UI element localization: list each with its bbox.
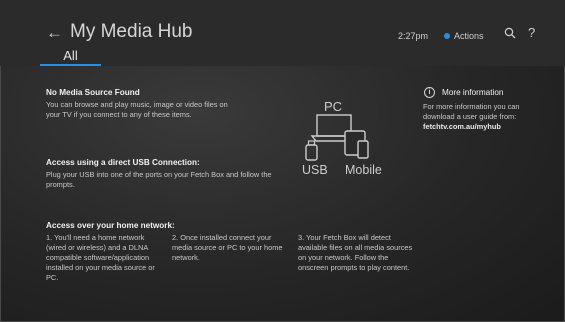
no-source-heading: No Media Source Found	[46, 88, 140, 97]
search-icon[interactable]	[504, 26, 516, 44]
usb-text: Plug your USB into one of the ports on y…	[46, 170, 272, 189]
clock-time: 2:27pm	[398, 31, 429, 41]
network-step-3: 3. Your Fetch Box will detect available …	[298, 233, 413, 272]
usb-heading: Access using a direct USB Connection:	[46, 158, 200, 167]
back-arrow-icon[interactable]: ←	[46, 23, 63, 43]
tab-all[interactable]: All	[40, 48, 101, 63]
help-icon[interactable]: ?	[528, 25, 535, 40]
actions-dot-icon	[444, 33, 450, 39]
more-info-body: For more information you can download a …	[423, 102, 520, 121]
header-bar: ← My Media Hub All 2:27pm Actions ?	[0, 0, 565, 66]
actions-label: Actions	[454, 31, 484, 41]
tab-selected-underline	[40, 64, 101, 66]
more-info-text: For more information you can download a …	[423, 102, 553, 132]
usb-label: USB	[302, 163, 328, 177]
info-icon: i	[424, 87, 435, 98]
page-title: My Media Hub	[70, 21, 193, 42]
more-info-link[interactable]: fetchtv.com.au/myhub	[423, 122, 501, 131]
more-info-title: More information	[442, 88, 504, 97]
mobile-label: Mobile	[345, 163, 382, 177]
network-step-2: 2. Once installed connect your media sou…	[172, 233, 283, 262]
devices-illustration-icon	[305, 114, 369, 161]
actions-button[interactable]: Actions	[444, 31, 484, 41]
network-heading: Access over your home network:	[46, 221, 175, 230]
network-step-1: 1. You'll need a home network (wired or …	[46, 233, 155, 282]
no-source-text: You can browse and play music, image or …	[46, 100, 228, 119]
